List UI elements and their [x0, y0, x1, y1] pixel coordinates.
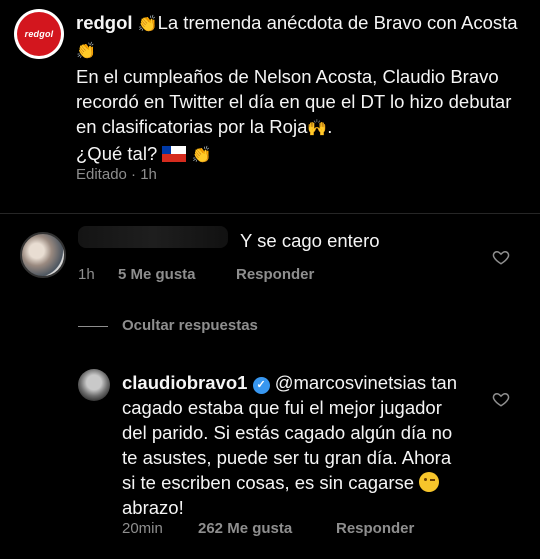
- post-question: ¿Qué tal?: [76, 143, 158, 164]
- winking-face-icon: [419, 472, 440, 492]
- reply-username[interactable]: claudiobravo1: [122, 372, 247, 393]
- redgol-avatar[interactable]: redgol: [14, 9, 64, 59]
- post-meta: Editado · 1h: [76, 166, 157, 183]
- hide-replies-button[interactable]: Ocultar respuestas: [122, 317, 258, 334]
- clapping-hands-icon: 👏: [137, 16, 158, 33]
- raised-hands-icon: 🙌: [307, 120, 328, 137]
- reply-text: claudiobravo1 ✓ @marcosvinetsias tan cag…: [122, 370, 462, 520]
- comment-likes[interactable]: 5 Me gusta: [118, 266, 196, 283]
- post-text: En el cumpleaños de Nelson Acosta, Claud…: [76, 66, 512, 137]
- reply-reply-button[interactable]: Responder: [336, 520, 414, 537]
- reply-content-end: abrazo!: [122, 497, 184, 518]
- divider: [0, 213, 540, 214]
- clapping-hands-icon: 👏: [191, 147, 212, 164]
- like-heart-icon[interactable]: [492, 248, 510, 266]
- like-heart-icon[interactable]: [492, 390, 510, 408]
- chile-flag-icon: [162, 146, 187, 162]
- verified-badge-icon: ✓: [252, 377, 270, 394]
- post-headline: La tremenda anécdota de Bravo con Acosta: [157, 12, 518, 33]
- redgol-logo: redgol: [17, 12, 61, 56]
- post-text-end: .: [327, 116, 333, 137]
- clapping-hands-icon: 👏: [76, 43, 96, 60]
- reply-likes[interactable]: 262 Me gusta: [198, 520, 292, 537]
- comment-reply-button[interactable]: Responder: [236, 266, 314, 283]
- reply-mention[interactable]: @marcosvinetsias: [275, 372, 426, 393]
- post-caption: redgol 👏La tremenda anécdota de Bravo co…: [76, 10, 526, 168]
- blurred-username: [78, 226, 228, 248]
- thread-line: [78, 326, 108, 327]
- commenter-avatar[interactable]: [20, 232, 66, 278]
- claudiobravo1-avatar[interactable]: [78, 369, 110, 401]
- comment-text: Y se cago entero: [240, 230, 380, 251]
- comment-time: 1h: [78, 266, 95, 283]
- reply-time: 20min: [122, 520, 163, 537]
- post-username[interactable]: redgol: [76, 12, 133, 33]
